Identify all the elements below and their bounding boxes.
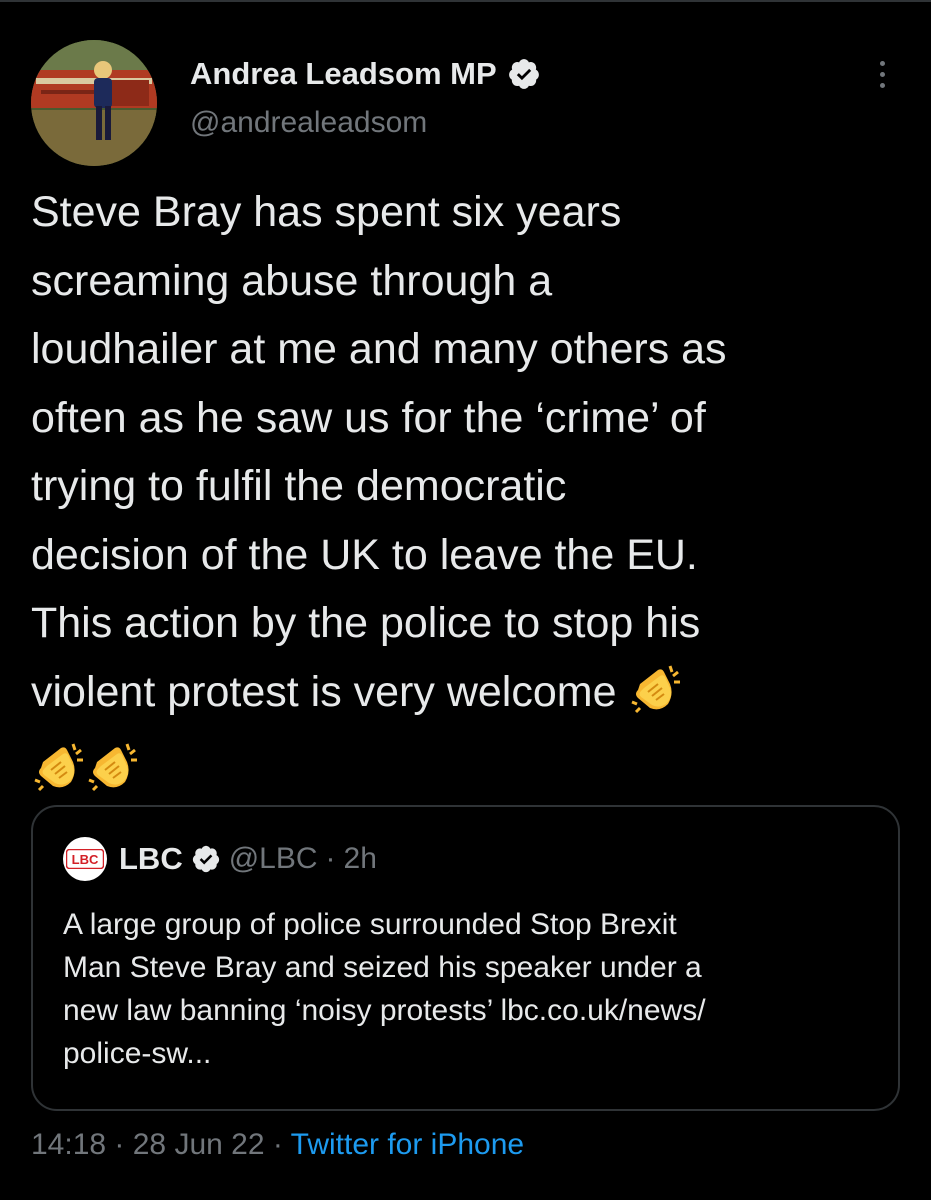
tweet-line: This action by the police to stop his bbox=[31, 599, 701, 647]
clapping-hands-emoji bbox=[85, 740, 139, 815]
quoted-tweet-time: 2h bbox=[343, 842, 377, 875]
clapping-hands-emoji bbox=[628, 662, 682, 737]
quoted-tweet-header: LBC LBC @LBC · 2h bbox=[63, 837, 377, 881]
clapping-hands-emoji bbox=[31, 740, 85, 815]
tweet-time[interactable]: 14:18 bbox=[31, 1128, 106, 1161]
dot bbox=[879, 60, 885, 66]
separator-dot: · bbox=[264, 1128, 291, 1161]
verified-badge-icon bbox=[507, 57, 541, 91]
lbc-logo-text: LBC bbox=[72, 852, 99, 867]
tweet-line: Steve Bray has spent six years bbox=[31, 188, 622, 236]
quote-line: police-sw... bbox=[63, 1037, 212, 1070]
author-handle[interactable]: @andrealeadsom bbox=[190, 106, 427, 140]
tweet-text: Steve Bray has spent six years screaming… bbox=[31, 178, 911, 815]
tweet-line: screaming abuse through a bbox=[31, 256, 553, 305]
tweet-date[interactable]: 28 Jun 22 bbox=[133, 1128, 265, 1161]
tweet-line: trying to fulfil the democratic bbox=[31, 462, 567, 510]
quoted-tweet-text: A large group of police surrounded Stop … bbox=[63, 903, 883, 1075]
more-options-icon[interactable] bbox=[868, 54, 896, 94]
separator-dot: · bbox=[106, 1128, 133, 1161]
tweet-line-with-emoji: violent protest is very welcome bbox=[31, 658, 911, 737]
author-name-row[interactable]: Andrea Leadsom MP bbox=[190, 54, 541, 94]
tweet-meta: 14:18 · 28 Jun 22 · Twitter for iPhone bbox=[31, 1128, 524, 1162]
tweet-line: decision of the UK to leave the EU. bbox=[31, 530, 698, 579]
tweet-source-link[interactable]: Twitter for iPhone bbox=[291, 1128, 524, 1161]
quote-line: new law banning ‘noisy protests’ lbc.co.… bbox=[63, 994, 706, 1027]
avatar[interactable] bbox=[31, 40, 157, 166]
quoted-author-handle: @LBC bbox=[228, 842, 318, 875]
tweet-line: loudhailer at me and many others as bbox=[31, 325, 727, 373]
dot bbox=[879, 71, 885, 77]
emoji-line bbox=[31, 736, 911, 815]
tweet-line: often as he saw us for the ‘crime’ of bbox=[31, 393, 706, 442]
dot bbox=[879, 82, 885, 88]
quote-line: A large group of police surrounded Stop … bbox=[63, 908, 677, 941]
tweet-line: violent protest is very welcome bbox=[31, 667, 617, 716]
avatar-photo bbox=[31, 40, 157, 166]
lbc-logo[interactable]: LBC bbox=[63, 837, 107, 881]
author-name[interactable]: Andrea Leadsom MP bbox=[190, 56, 497, 92]
quoted-tweet-card[interactable]: LBC LBC @LBC · 2h A large group of polic… bbox=[31, 805, 900, 1111]
verified-badge-icon bbox=[191, 844, 221, 874]
top-divider bbox=[0, 0, 931, 2]
separator-dot: · bbox=[325, 842, 336, 875]
quoted-author-name: LBC bbox=[119, 841, 183, 876]
quote-line: Man Steve Bray and seized his speaker un… bbox=[63, 951, 702, 984]
